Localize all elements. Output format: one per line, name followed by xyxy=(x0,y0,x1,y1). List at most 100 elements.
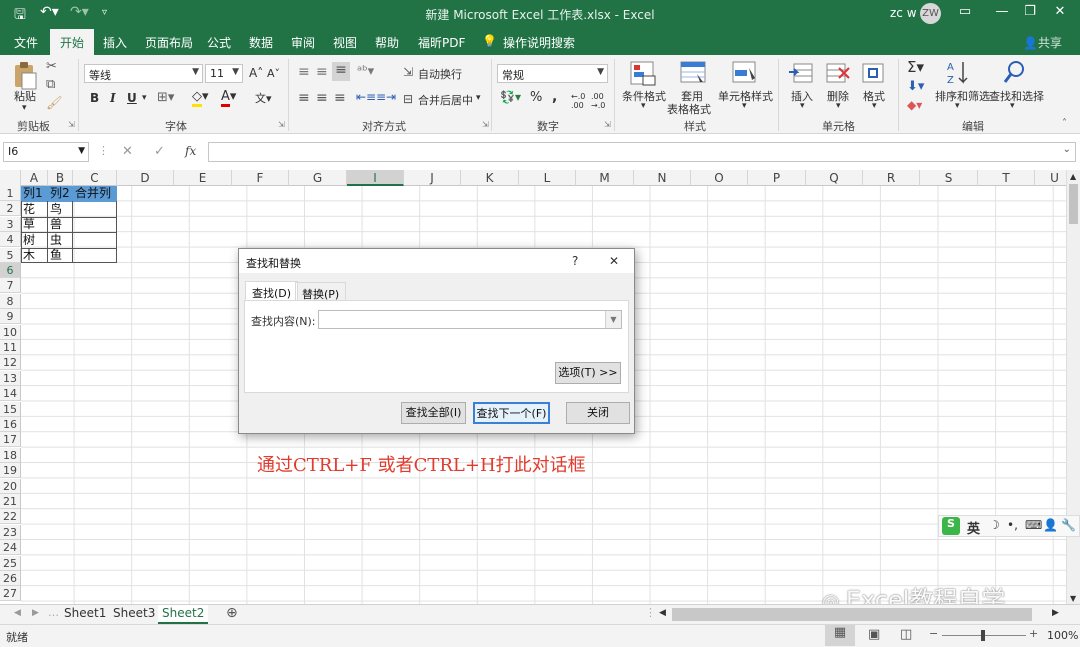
col-header-j[interactable]: J xyxy=(404,170,461,186)
table-cell[interactable]: 鱼 xyxy=(48,248,62,264)
tab-home[interactable]: 开始 xyxy=(50,29,95,55)
clear-icon[interactable]: ◆▾ xyxy=(907,98,922,112)
col-header-s[interactable]: S xyxy=(920,170,978,186)
insert-function-button[interactable]: fx xyxy=(185,144,196,158)
row-header-12[interactable]: 12 xyxy=(0,355,21,371)
tab-review[interactable]: 审阅 xyxy=(291,34,315,51)
table-cell[interactable]: 树 xyxy=(21,233,35,249)
col-header-t[interactable]: T xyxy=(978,170,1035,186)
close-button[interactable]: 关闭 xyxy=(566,402,630,424)
col-header-f[interactable]: F xyxy=(232,170,289,186)
row-header-26[interactable]: 26 xyxy=(0,571,21,586)
table-cell[interactable]: 花 xyxy=(21,202,35,218)
cancel-icon[interactable]: ✕ xyxy=(122,144,133,159)
col-header-n[interactable]: N xyxy=(634,170,691,186)
font-color-icon[interactable]: A▾ xyxy=(221,89,236,107)
row-header-21[interactable]: 21 xyxy=(0,494,21,509)
col-header-i[interactable]: I xyxy=(347,170,404,186)
merge-dropdown-icon[interactable]: ▾ xyxy=(476,93,481,103)
tab-foxit-pdf[interactable]: 福昕PDF xyxy=(418,34,465,51)
page-layout-view-icon[interactable]: ▣ xyxy=(868,627,880,642)
punctuation-icon[interactable]: •, xyxy=(1007,518,1018,532)
align-middle-icon[interactable]: ≡ xyxy=(316,64,328,80)
conditional-format-icon[interactable] xyxy=(629,60,657,86)
bold-button[interactable]: B xyxy=(90,91,99,105)
format-cells-icon[interactable] xyxy=(860,60,888,86)
insert-cells-icon[interactable] xyxy=(788,60,816,86)
ime-toolbar[interactable]: S 英 ☽ •, ⌨ 👤 🔧 xyxy=(938,515,1080,537)
splitter-icon[interactable]: ⋮ xyxy=(645,606,656,619)
col-header-g[interactable]: G xyxy=(289,170,347,186)
merge-center-button[interactable]: 合并后居中 xyxy=(418,92,473,108)
row-header-17[interactable]: 17 xyxy=(0,432,21,448)
col-header-b[interactable]: B xyxy=(48,170,73,186)
row-header-15[interactable]: 15 xyxy=(0,401,21,417)
italic-button[interactable]: I xyxy=(110,91,116,105)
scroll-thumb[interactable] xyxy=(1069,184,1078,224)
table-header-cell[interactable]: 列2 xyxy=(48,186,73,202)
find-what-input[interactable]: ▼ xyxy=(318,310,622,329)
row-header-3[interactable]: 3 xyxy=(0,216,21,232)
tab-formulas[interactable]: 公式 xyxy=(207,34,231,51)
format-painter-icon[interactable]: 🖌 xyxy=(46,96,63,111)
row-header-20[interactable]: 20 xyxy=(0,478,21,494)
row-header-19[interactable]: 19 xyxy=(0,463,21,479)
user-name[interactable]: zc w xyxy=(890,6,917,20)
row-header-16[interactable]: 16 xyxy=(0,417,21,432)
row-header-11[interactable]: 11 xyxy=(0,340,21,355)
scroll-up-icon[interactable]: ▲ xyxy=(1070,172,1076,181)
dialog-launcher-icon[interactable]: ⇲ xyxy=(482,120,489,129)
sheet-tab-sheet2[interactable]: Sheet2 xyxy=(158,605,209,624)
normal-view-icon[interactable]: ▦ xyxy=(825,625,855,646)
underline-dropdown-icon[interactable]: ▾ xyxy=(142,93,147,103)
find-select-button[interactable]: 查找和选择 xyxy=(989,88,1044,104)
dialog-launcher-icon[interactable]: ⇲ xyxy=(278,120,285,129)
increase-font-icon[interactable]: A˄ xyxy=(249,66,263,80)
row-header-9[interactable]: 9 xyxy=(0,309,21,325)
number-format-combo[interactable]: 常规 ▼ xyxy=(497,64,608,83)
wrap-text-icon[interactable]: ⇲ xyxy=(403,65,413,79)
sort-filter-button[interactable]: 排序和筛选 xyxy=(935,88,990,104)
paste-dropdown-icon[interactable]: ▾ xyxy=(22,103,27,113)
font-size-combo[interactable]: 11 ▼ xyxy=(205,64,243,83)
table-header-cell[interactable]: 合并列 xyxy=(73,186,117,202)
zoom-slider-thumb[interactable] xyxy=(981,630,985,641)
paste-label[interactable]: 粘贴 xyxy=(14,88,36,104)
more-sheets-icon[interactable]: … xyxy=(48,606,59,619)
increase-decimal-icon[interactable]: ←.0.00 xyxy=(571,92,585,110)
table-cell[interactable]: 虫 xyxy=(48,233,62,249)
tab-view[interactable]: 视图 xyxy=(333,34,357,51)
scroll-left-icon[interactable]: ◀ xyxy=(659,608,666,618)
zoom-level[interactable]: 100% xyxy=(1047,629,1078,642)
find-all-button[interactable]: 查找全部(I) xyxy=(401,402,466,424)
options-button[interactable]: 选项(T) >> xyxy=(555,362,621,384)
tab-help[interactable]: 帮助 xyxy=(375,34,399,51)
enter-icon[interactable]: ✓ xyxy=(154,144,165,159)
horizontal-scroll-thumb[interactable] xyxy=(672,608,1032,621)
autosum-icon[interactable]: Σ▾ xyxy=(907,58,924,76)
row-header-8[interactable]: 8 xyxy=(0,293,21,309)
expand-formula-icon[interactable]: ⌄ xyxy=(1063,144,1071,155)
row-header-24[interactable]: 24 xyxy=(0,540,21,556)
row-header-5[interactable]: 5 xyxy=(0,247,21,263)
collapse-ribbon-icon[interactable]: ˄ xyxy=(1062,118,1067,129)
delete-cells-icon[interactable] xyxy=(824,60,852,86)
settings-wrench-icon[interactable]: 🔧 xyxy=(1061,518,1076,532)
sheet-tab-sheet1[interactable]: Sheet1 xyxy=(60,605,110,624)
sort-filter-icon[interactable]: AZ xyxy=(945,59,971,87)
fill-color-icon[interactable]: ◇▾ xyxy=(192,89,209,107)
col-header-a[interactable]: A xyxy=(21,170,48,186)
scroll-right-icon[interactable]: ▶ xyxy=(1052,608,1059,618)
table-cell[interactable]: 木 xyxy=(21,248,35,264)
minimize-icon[interactable]: — xyxy=(992,4,1012,19)
wrap-text-button[interactable]: 自动换行 xyxy=(418,66,462,82)
decrease-font-icon[interactable]: A˅ xyxy=(267,67,280,80)
row-header-2[interactable]: 2 xyxy=(0,201,21,217)
lightbulb-icon[interactable]: 💡 xyxy=(482,34,497,48)
copy-icon[interactable]: ⧉ xyxy=(46,77,55,92)
tab-replace[interactable]: 替换(P) xyxy=(295,282,347,302)
row-header-22[interactable]: 22 xyxy=(0,509,21,525)
tab-insert[interactable]: 插入 xyxy=(103,34,127,51)
row-header-25[interactable]: 25 xyxy=(0,555,21,571)
chevron-down-icon[interactable]: ▼ xyxy=(605,311,621,328)
